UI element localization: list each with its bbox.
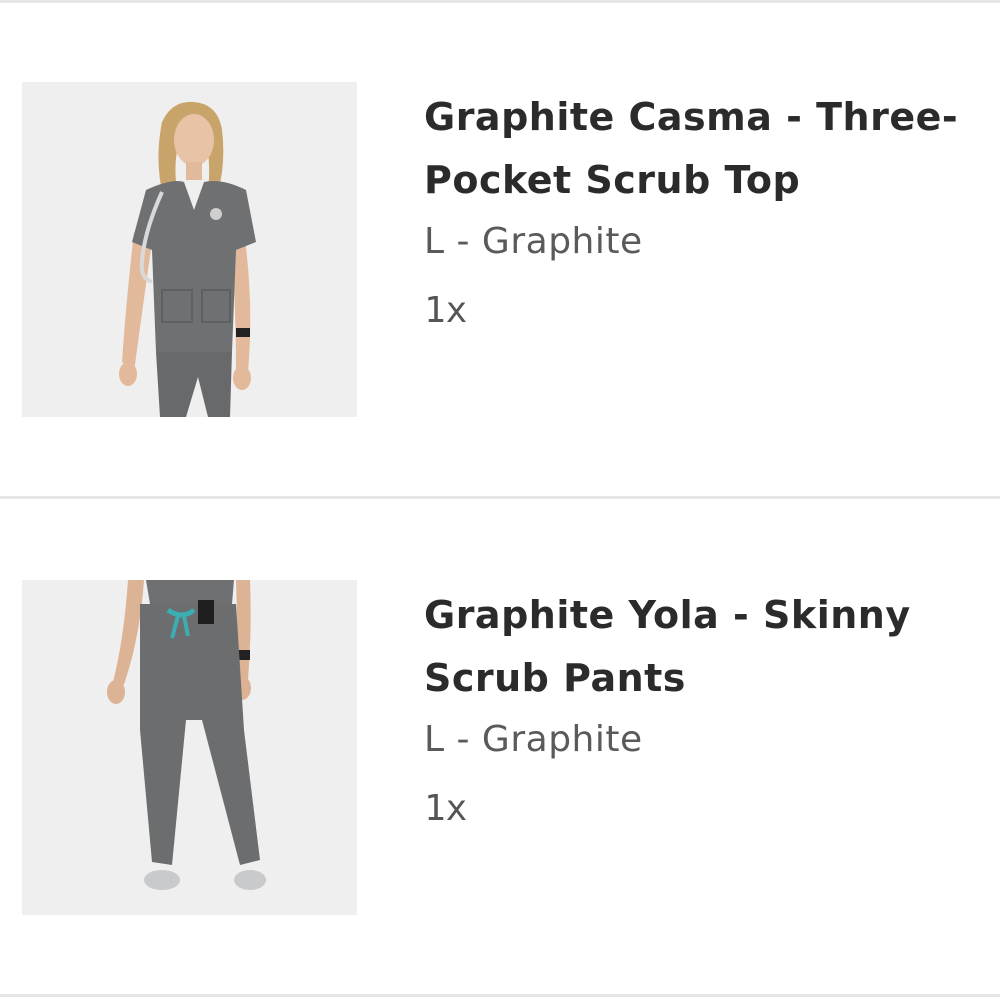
product-image-scrub-top[interactable]: [22, 82, 357, 417]
product-name[interactable]: Graphite Yola - Skinny Scrub Pants: [424, 584, 994, 710]
product-name[interactable]: Graphite Casma - Three-Pocket Scrub Top: [424, 86, 994, 212]
product-quantity: 1x: [424, 290, 468, 331]
bottom-divider: [0, 994, 1000, 997]
cart-item[interactable]: Graphite Yola - Skinny Scrub Pants L - G…: [0, 580, 1000, 920]
product-variant: L - Graphite: [424, 221, 643, 262]
top-divider: [0, 0, 1000, 3]
item-divider: [0, 496, 1000, 499]
cart-item-info: Graphite Yola - Skinny Scrub Pants L - G…: [424, 584, 994, 834]
product-image-scrub-pants[interactable]: [22, 580, 357, 915]
cart-item[interactable]: Graphite Casma - Three-Pocket Scrub Top …: [0, 82, 1000, 422]
scrub-top-photo-icon: [22, 82, 357, 417]
scrub-pants-photo-icon: [22, 580, 357, 915]
product-quantity: 1x: [424, 788, 468, 829]
product-variant: L - Graphite: [424, 719, 643, 760]
cart-item-info: Graphite Casma - Three-Pocket Scrub Top …: [424, 86, 994, 336]
